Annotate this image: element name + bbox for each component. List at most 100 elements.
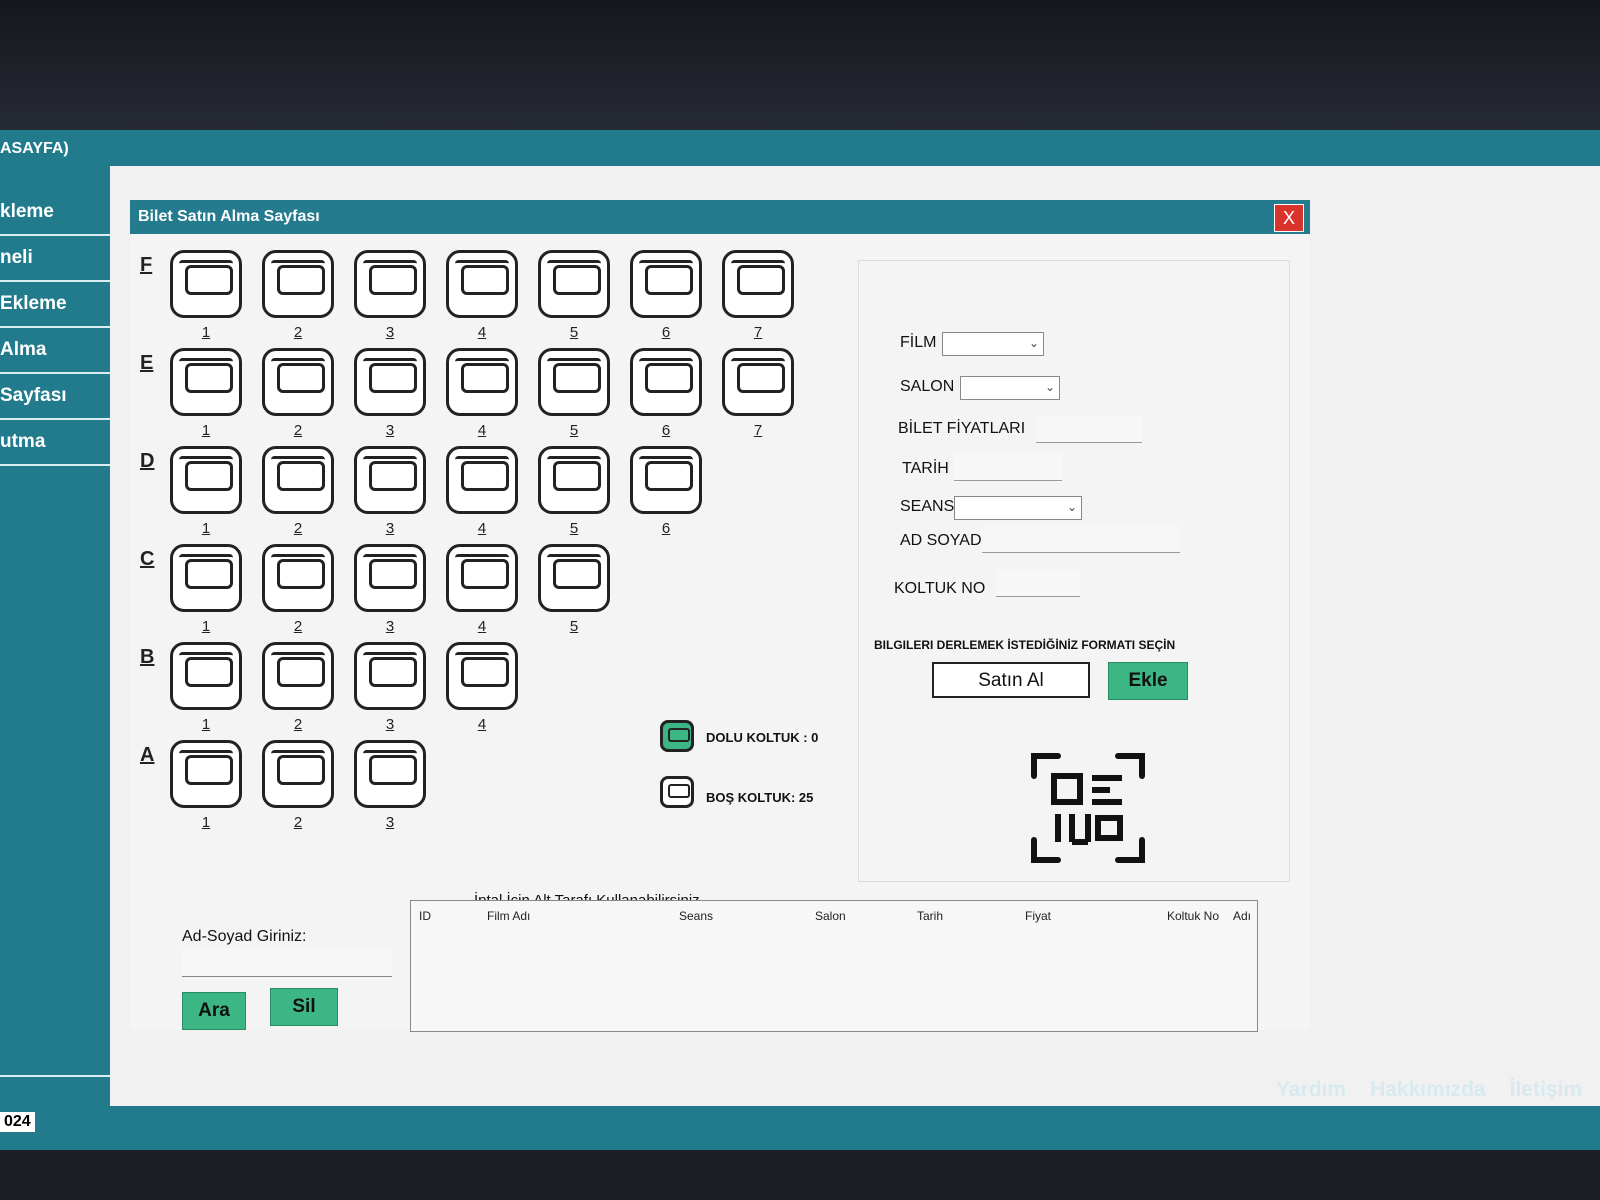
seat-d4[interactable] bbox=[446, 446, 518, 514]
salon-select[interactable]: ⌄ bbox=[960, 376, 1060, 400]
column-header-id: ID bbox=[419, 909, 431, 923]
chevron-down-icon: ⌄ bbox=[1044, 380, 1055, 394]
seat-e7[interactable] bbox=[722, 348, 794, 416]
ticket-price-label: BİLET FİYATLARI bbox=[898, 420, 1026, 437]
seat-f6[interactable] bbox=[630, 250, 702, 318]
seat-number-label: 2 bbox=[293, 422, 303, 439]
seat-number-label: 2 bbox=[293, 520, 303, 537]
seat-e3[interactable] bbox=[354, 348, 426, 416]
column-header-price: Fiyat bbox=[1025, 909, 1052, 923]
seat-number-label: KOLTUK NO bbox=[894, 580, 986, 597]
seat-number-label: 4 bbox=[477, 324, 487, 341]
column-header-seat-no: Koltuk No bbox=[1167, 909, 1220, 923]
add-button[interactable]: Ekle bbox=[1108, 662, 1188, 700]
column-header-film: Film Adı bbox=[487, 909, 531, 923]
seat-a3[interactable] bbox=[354, 740, 426, 808]
seat-f3[interactable] bbox=[354, 250, 426, 318]
seat-b4[interactable] bbox=[446, 642, 518, 710]
sidebar-item-label: Alma bbox=[0, 339, 47, 360]
seat-number-label: 3 bbox=[385, 324, 395, 341]
sidebar-item-label: Sayfası bbox=[0, 385, 67, 406]
seat-e6[interactable] bbox=[630, 348, 702, 416]
seat-d6[interactable] bbox=[630, 446, 702, 514]
seat-d3[interactable] bbox=[354, 446, 426, 514]
close-button[interactable]: X bbox=[1274, 204, 1304, 232]
seat-number-label: 7 bbox=[753, 324, 763, 341]
sidebar-item-sayfasi[interactable]: Sayfası bbox=[0, 374, 118, 420]
sidebar-item-alma[interactable]: Alma bbox=[0, 328, 118, 374]
close-icon: X bbox=[1282, 208, 1295, 228]
seat-number-label: 4 bbox=[477, 716, 487, 733]
name-search-input[interactable] bbox=[182, 948, 392, 977]
seat-e1[interactable] bbox=[170, 348, 242, 416]
sidebar-item-label: kleme bbox=[0, 201, 54, 222]
seat-number-label: 6 bbox=[661, 324, 671, 341]
seat-e2[interactable] bbox=[262, 348, 334, 416]
empty-seat-count: BOŞ KOLTUK: 25 bbox=[706, 790, 814, 805]
copyright-year: 024 bbox=[0, 1112, 35, 1132]
seat-f4[interactable] bbox=[446, 250, 518, 318]
row-label-b: B bbox=[140, 646, 155, 668]
session-select[interactable]: ⌄ bbox=[954, 496, 1082, 520]
seat-number-field[interactable] bbox=[996, 570, 1080, 597]
footer-link-help[interactable]: Yardım bbox=[1276, 1078, 1346, 1102]
seat-c1[interactable] bbox=[170, 544, 242, 612]
date-field[interactable] bbox=[954, 454, 1062, 481]
seat-number-label: 5 bbox=[569, 520, 579, 537]
seat-b2[interactable] bbox=[262, 642, 334, 710]
ticket-price-field[interactable] bbox=[1036, 416, 1142, 443]
seat-f2[interactable] bbox=[262, 250, 334, 318]
sidebar-item-utma[interactable]: utma bbox=[0, 420, 118, 466]
column-header-name: Adı bbox=[1233, 909, 1252, 923]
seat-b1[interactable] bbox=[170, 642, 242, 710]
row-label-e: E bbox=[140, 352, 154, 374]
seat-d2[interactable] bbox=[262, 446, 334, 514]
tickets-table[interactable]: ID Film Adı Seans Salon Tarih Fiyat Kolt… bbox=[410, 900, 1258, 1032]
full-name-label: AD SOYAD bbox=[900, 532, 982, 549]
buy-button[interactable]: Satın Al bbox=[932, 662, 1090, 698]
app-title: ASAYFA) bbox=[0, 140, 69, 157]
qr-code-icon bbox=[1031, 753, 1145, 863]
seat-a1[interactable] bbox=[170, 740, 242, 808]
seat-number-label: 3 bbox=[385, 520, 395, 537]
sidebar-item-ekleme-2[interactable]: Ekleme bbox=[0, 282, 118, 328]
full-name-field[interactable] bbox=[982, 526, 1180, 553]
seat-number-label: 5 bbox=[569, 324, 579, 341]
sidebar-item-ekleme-1[interactable]: kleme bbox=[0, 190, 118, 236]
seat-c4[interactable] bbox=[446, 544, 518, 612]
sidebar-item-paneli[interactable]: neli bbox=[0, 236, 118, 282]
seat-number-label: 1 bbox=[201, 814, 211, 831]
window-title: Bilet Satın Alma Sayfası bbox=[138, 208, 320, 225]
seat-c5[interactable] bbox=[538, 544, 610, 612]
seat-number-label: 4 bbox=[477, 422, 487, 439]
date-label: TARİH bbox=[902, 460, 949, 477]
seat-number-label: 3 bbox=[385, 618, 395, 635]
occupied-seat-icon bbox=[660, 720, 694, 752]
seat-number-label: 3 bbox=[385, 422, 395, 439]
delete-button[interactable]: Sil bbox=[270, 988, 338, 1026]
footer-link-about[interactable]: Hakkımızda bbox=[1370, 1078, 1486, 1102]
seat-e4[interactable] bbox=[446, 348, 518, 416]
footer-link-contact[interactable]: İletişim bbox=[1510, 1078, 1582, 1102]
seat-b3[interactable] bbox=[354, 642, 426, 710]
film-select[interactable]: ⌄ bbox=[942, 332, 1044, 356]
seat-f5[interactable] bbox=[538, 250, 610, 318]
search-button[interactable]: Ara bbox=[182, 992, 246, 1030]
seat-e5[interactable] bbox=[538, 348, 610, 416]
row-label-f: F bbox=[140, 254, 153, 276]
seat-number-label: 3 bbox=[385, 814, 395, 831]
seat-number-label: 2 bbox=[293, 716, 303, 733]
sidebar-item-label: neli bbox=[0, 247, 33, 268]
seat-f1[interactable] bbox=[170, 250, 242, 318]
seat-f7[interactable] bbox=[722, 250, 794, 318]
main-app-window: ASAYFA) kleme neli Ekleme Alma Sayfası u… bbox=[0, 130, 1600, 1150]
monitor-bezel bbox=[0, 0, 1600, 130]
seat-c3[interactable] bbox=[354, 544, 426, 612]
sidebar-item-label: Ekleme bbox=[0, 293, 67, 314]
seat-d1[interactable] bbox=[170, 446, 242, 514]
name-search-label: Ad-Soyad Giriniz: bbox=[182, 928, 307, 945]
seat-c2[interactable] bbox=[262, 544, 334, 612]
window-titlebar: Bilet Satın Alma Sayfası bbox=[130, 200, 1310, 234]
seat-a2[interactable] bbox=[262, 740, 334, 808]
seat-d5[interactable] bbox=[538, 446, 610, 514]
